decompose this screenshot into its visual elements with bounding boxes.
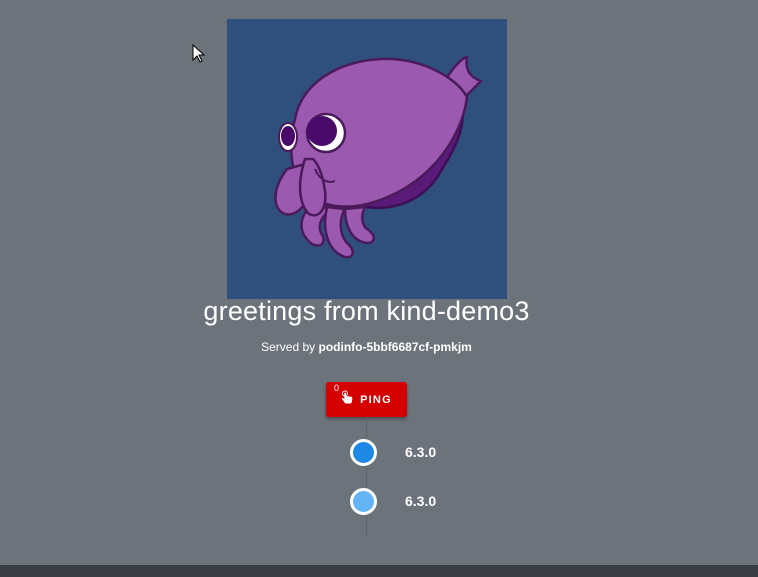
bottom-bar xyxy=(0,565,758,577)
touch-app-icon xyxy=(341,390,353,409)
page: greetings from kind-demo3 Served by podi… xyxy=(0,0,758,577)
timeline-version: 6.3.0 xyxy=(405,493,437,509)
served-by-label: Served by xyxy=(261,340,316,354)
timeline-version: 6.3.0 xyxy=(405,444,437,460)
podinfo-logo xyxy=(227,19,507,299)
page-title: greetings from kind-demo3 xyxy=(203,296,530,326)
ping-button-label: PING xyxy=(360,393,392,406)
cuttlefish-mascot-icon xyxy=(274,55,483,259)
ping-count-badge: 0 xyxy=(334,383,340,393)
timeline-dot xyxy=(350,438,377,466)
ping-button[interactable]: 0 PING xyxy=(326,382,407,417)
served-by-text: Served by podinfo-5bbf6687cf-pmkjm xyxy=(0,340,733,354)
timeline-dot xyxy=(350,487,377,515)
mouse-cursor-icon xyxy=(192,43,206,69)
timeline-item: 6.3.0 xyxy=(350,485,436,517)
timeline-line xyxy=(366,417,367,536)
timeline-item: 6.3.0 xyxy=(350,436,436,468)
served-by-host: podinfo-5bbf6687cf-pmkjm xyxy=(318,340,472,354)
